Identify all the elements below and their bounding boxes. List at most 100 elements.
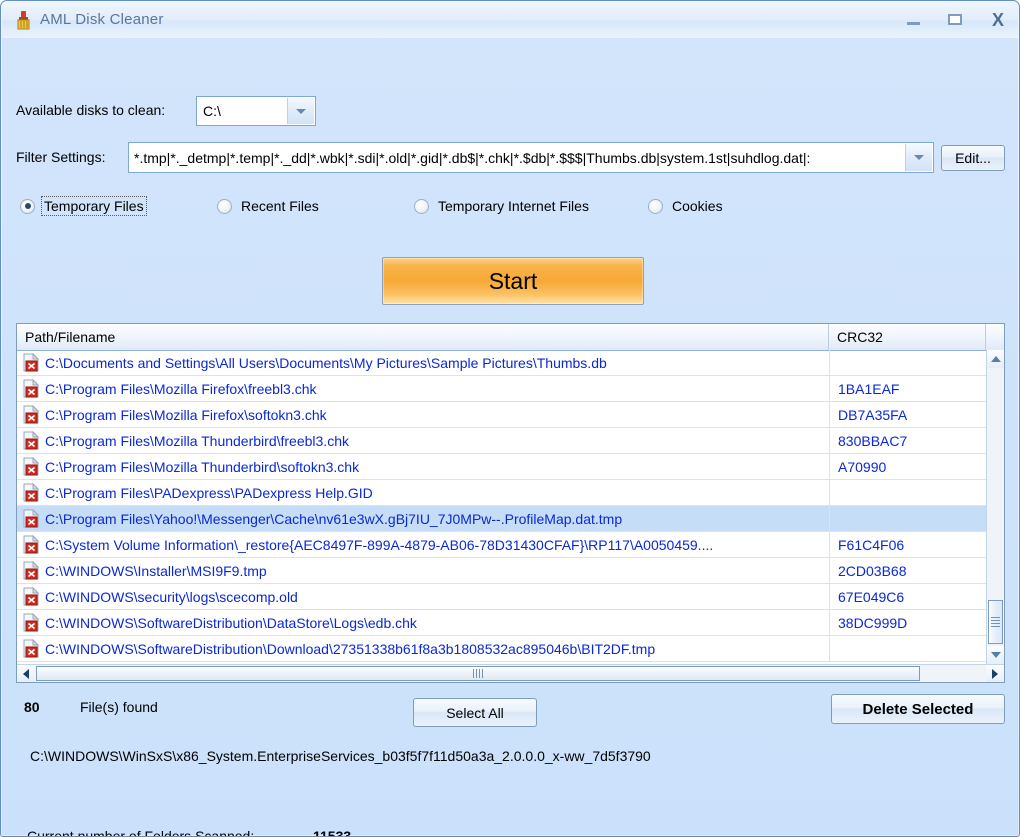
grip-icon: [473, 669, 483, 678]
table-row[interactable]: C:\WINDOWS\security\logs\scecomp.old 67E0…: [17, 584, 988, 610]
file-delete-icon: [23, 378, 40, 398]
file-delete-icon: [23, 534, 40, 554]
file-path-cell: C:\Program Files\Mozilla Firefox\softokn…: [45, 406, 327, 423]
file-delete-icon: [23, 456, 40, 476]
radio-temporary-files[interactable]: Temporary Files: [20, 196, 147, 216]
file-crc32-cell: [829, 506, 986, 531]
table-row[interactable]: C:\WINDOWS\SoftwareDistribution\Download…: [17, 636, 988, 662]
file-path-cell: C:\Program Files\Yahoo!\Messenger\Cache\…: [45, 510, 623, 527]
file-delete-icon: [23, 430, 40, 450]
table-row[interactable]: C:\Program Files\PADexpress\PADexpress H…: [17, 480, 988, 506]
table-row[interactable]: C:\Documents and Settings\All Users\Docu…: [17, 350, 988, 376]
horizontal-scroll-thumb[interactable]: [36, 666, 920, 681]
table-row[interactable]: C:\Program Files\Mozilla Firefox\freebl3…: [17, 376, 988, 402]
radio-dot-icon: [217, 198, 232, 214]
edit-filter-button[interactable]: Edit...: [941, 145, 1005, 171]
radio-label: Temporary Files: [41, 196, 147, 216]
app-window: AML Disk Cleaner X Available disks to cl…: [0, 0, 1020, 837]
disk-label: Available disks to clean:: [16, 102, 166, 118]
minimize-button[interactable]: [904, 10, 924, 30]
file-list-rows[interactable]: C:\Documents and Settings\All Users\Docu…: [17, 350, 988, 664]
file-crc32-cell: 67E049C6: [829, 584, 986, 609]
folders-scanned-value: 11533: [313, 828, 352, 837]
file-path-cell: C:\WINDOWS\security\logs\scecomp.old: [45, 588, 298, 605]
radio-cookies[interactable]: Cookies: [648, 197, 725, 215]
filter-label: Filter Settings:: [16, 149, 106, 165]
select-all-button[interactable]: Select All: [413, 698, 537, 727]
maximize-button[interactable]: [946, 10, 966, 30]
radio-label: Recent Files: [241, 198, 319, 214]
file-delete-icon: [23, 638, 40, 658]
file-path-cell: C:\Program Files\Mozilla Thunderbird\sof…: [45, 458, 360, 475]
file-path-cell: C:\WINDOWS\SoftwareDistribution\DataStor…: [45, 614, 417, 631]
file-crc32-cell: 1BA1EAF: [829, 376, 986, 401]
file-list: Path/Filename CRC32 C:\Documents and Set…: [16, 323, 1005, 683]
horizontal-scrollbar[interactable]: [17, 664, 1004, 682]
radio-temporary-internet-files[interactable]: Temporary Internet Files: [414, 197, 591, 215]
start-button[interactable]: Start: [382, 257, 644, 305]
radio-recent-files[interactable]: Recent Files: [217, 197, 321, 215]
file-path-cell: C:\System Volume Information\_restore{AE…: [45, 536, 714, 553]
scroll-right-button[interactable]: [986, 665, 1004, 682]
chevron-down-icon[interactable]: [287, 98, 314, 124]
close-button[interactable]: X: [988, 10, 1008, 30]
file-delete-icon: [23, 508, 40, 528]
grip-icon: [991, 615, 1000, 629]
column-header-path[interactable]: Path/Filename: [17, 324, 829, 350]
file-path-cell: C:\WINDOWS\SoftwareDistribution\Download…: [45, 640, 656, 657]
file-crc32-cell: [829, 636, 986, 661]
file-crc32-cell: 2CD03B68: [829, 558, 986, 583]
file-delete-icon: [23, 586, 40, 606]
table-row[interactable]: C:\Program Files\Yahoo!\Messenger\Cache\…: [17, 506, 988, 532]
file-delete-icon: [23, 404, 40, 424]
file-type-radio-group: Temporary Files Recent Files Temporary I…: [2, 196, 1018, 221]
file-crc32-cell: 830BBAC7: [829, 428, 986, 453]
file-path-cell: C:\Program Files\Mozilla Thunderbird\fre…: [45, 432, 349, 449]
vertical-scroll-thumb[interactable]: [988, 600, 1003, 644]
table-row[interactable]: C:\Program Files\Mozilla Firefox\softokn…: [17, 402, 988, 428]
table-row[interactable]: C:\WINDOWS\Installer\MSI9F9.tmp 2CD03B68: [17, 558, 988, 584]
table-row[interactable]: C:\System Volume Information\_restore{AE…: [17, 532, 988, 558]
radio-dot-icon: [648, 198, 663, 214]
scroll-down-button[interactable]: [987, 646, 1004, 664]
file-delete-icon: [23, 612, 40, 632]
column-header-crc32[interactable]: CRC32: [829, 324, 986, 350]
file-path-cell: C:\Program Files\PADexpress\PADexpress H…: [45, 484, 373, 501]
column-header-filler: [986, 324, 1004, 350]
title-bar: AML Disk Cleaner X: [2, 2, 1018, 39]
file-crc32-cell: [829, 350, 986, 375]
file-crc32-cell: DB7A35FA: [829, 402, 986, 427]
file-delete-icon: [23, 560, 40, 580]
table-row[interactable]: C:\WINDOWS\SoftwareDistribution\DataStor…: [17, 610, 988, 636]
status-current-path: C:\WINDOWS\WinSxS\x86_System.EnterpriseS…: [30, 748, 651, 764]
scroll-left-button[interactable]: [17, 665, 35, 682]
file-path-cell: C:\Documents and Settings\All Users\Docu…: [45, 354, 607, 371]
file-crc32-cell: A70990: [829, 454, 986, 479]
file-path-cell: C:\Program Files\Mozilla Firefox\freebl3…: [45, 380, 317, 397]
table-row[interactable]: C:\Program Files\Mozilla Thunderbird\fre…: [17, 428, 988, 454]
table-row[interactable]: C:\Program Files\Mozilla Thunderbird\sof…: [17, 454, 988, 480]
radio-label: Temporary Internet Files: [438, 198, 589, 214]
disk-select[interactable]: C:\: [196, 96, 316, 126]
file-count-label: File(s) found: [80, 699, 158, 715]
disk-select-value: C:\: [203, 103, 221, 119]
file-path-cell: C:\WINDOWS\Installer\MSI9F9.tmp: [45, 562, 267, 579]
file-crc32-cell: 38DC999D: [829, 610, 986, 635]
delete-selected-button[interactable]: Delete Selected: [831, 694, 1005, 724]
window-controls: X: [904, 10, 1008, 30]
filter-settings-input[interactable]: *.tmp|*._detmp|*.temp|*._dd|*.wbk|*.sdi|…: [128, 142, 934, 173]
folders-scanned-label: Current number of Folders Scanned:: [27, 828, 255, 837]
broom-icon: [15, 11, 33, 31]
file-list-header: Path/Filename CRC32: [17, 324, 1004, 351]
file-crc32-cell: [829, 480, 986, 505]
radio-label: Cookies: [672, 198, 723, 214]
filter-chevron-down-icon[interactable]: [905, 144, 932, 171]
file-delete-icon: [23, 482, 40, 502]
file-count-value: 80: [24, 699, 40, 715]
file-crc32-cell: F61C4F06: [829, 532, 986, 557]
vertical-scrollbar[interactable]: [986, 350, 1004, 664]
window-body: Available disks to clean: C:\ Filter Set…: [2, 38, 1018, 837]
file-delete-icon: [23, 352, 40, 372]
radio-dot-icon: [414, 198, 429, 214]
scroll-up-button[interactable]: [987, 350, 1004, 368]
